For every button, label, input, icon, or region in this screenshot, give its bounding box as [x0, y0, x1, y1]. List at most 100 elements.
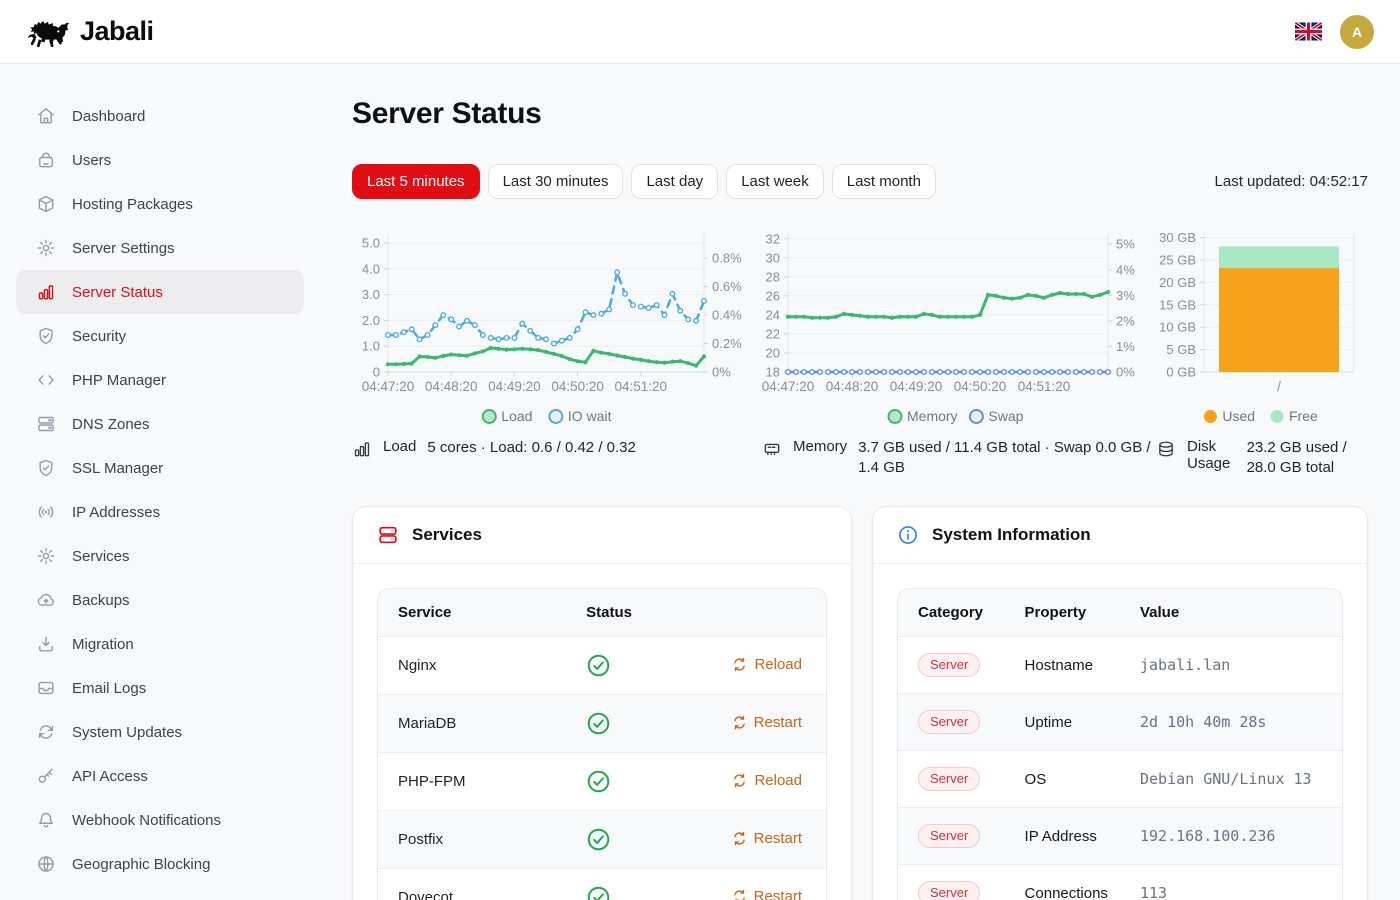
- services-col-status: Status: [566, 589, 691, 637]
- svg-text:3.0: 3.0: [362, 287, 380, 302]
- category-badge: Server: [918, 653, 980, 677]
- user-avatar[interactable]: A: [1340, 15, 1374, 49]
- svg-text:04:47:20: 04:47:20: [762, 379, 815, 394]
- svg-text:2.0: 2.0: [362, 313, 380, 328]
- uk-flag-icon[interactable]: [1295, 22, 1322, 41]
- property-name: IP Address: [1005, 808, 1120, 865]
- action-label: Reload: [754, 772, 802, 789]
- shield-check-icon: [36, 326, 56, 346]
- sidebar-item-email-logs[interactable]: Email Logs: [16, 666, 304, 710]
- sidebar: DashboardUsersHosting Packages Server Set…: [0, 64, 320, 900]
- svg-text:5%: 5%: [1116, 237, 1135, 252]
- svg-text:32: 32: [766, 231, 780, 246]
- status-ok-icon: [586, 653, 671, 678]
- sidebar-item-dashboard[interactable]: Dashboard: [16, 94, 304, 138]
- reload-php-fpm-button[interactable]: Reload: [732, 772, 802, 789]
- reload-nginx-button[interactable]: Reload: [732, 656, 802, 673]
- svg-text:18: 18: [766, 365, 780, 380]
- time-range-filters: Last 5 minutesLast 30 minutesLast dayLas…: [352, 164, 936, 199]
- sidebar-item-server-settings[interactable]: Server Settings: [16, 226, 304, 270]
- filter-last-30-minutes[interactable]: Last 30 minutes: [488, 164, 624, 199]
- sidebar-nav: DashboardUsersHosting Packages Server Set…: [16, 94, 304, 886]
- svg-text:26: 26: [766, 288, 780, 303]
- sidebar-item-label: Server Status: [72, 284, 163, 301]
- svg-text:04:50:20: 04:50:20: [551, 379, 604, 394]
- sidebar-item-ip-addresses[interactable]: IP Addresses: [16, 490, 304, 534]
- package-icon: [36, 194, 56, 214]
- filter-last-day[interactable]: Last day: [631, 164, 718, 199]
- sidebar-item-geographic-blocking[interactable]: Geographic Blocking: [16, 842, 304, 886]
- svg-text:4%: 4%: [1116, 262, 1135, 277]
- sidebar-item-label: Server Settings: [72, 240, 175, 257]
- filter-last-5-minutes[interactable]: Last 5 minutes: [352, 164, 480, 199]
- svg-text:IO wait: IO wait: [568, 408, 612, 424]
- sidebar-item-ssl-manager[interactable]: SSL Manager: [16, 446, 304, 490]
- navbar-right: A: [1295, 15, 1374, 49]
- stat-disk-usage: Disk Usage23.2 GB used / 28.0 GB total: [1156, 438, 1368, 478]
- filter-last-month[interactable]: Last month: [832, 164, 936, 199]
- svg-text:28: 28: [766, 269, 780, 284]
- service-name: Dovecot: [378, 869, 566, 900]
- globe-icon: [36, 854, 56, 874]
- restart-mariadb-button[interactable]: Restart: [732, 714, 802, 731]
- sidebar-item-migration[interactable]: Migration: [16, 622, 304, 666]
- sidebar-item-label: Email Logs: [72, 680, 146, 697]
- service-row-postfix: PostfixRestart: [378, 811, 826, 869]
- sidebar-item-label: Geographic Blocking: [72, 856, 210, 873]
- gear-icon: [36, 238, 56, 258]
- sidebar-item-users[interactable]: Users: [16, 138, 304, 182]
- sidebar-item-php-manager[interactable]: PHP Manager: [16, 358, 304, 402]
- last-updated-text: Last updated: 04:52:17: [1215, 173, 1368, 190]
- services-table: Service Status NginxReloadMariaDBRestart…: [378, 589, 826, 900]
- sidebar-item-hosting-packages[interactable]: Hosting Packages: [16, 182, 304, 226]
- system-col-category: Category: [898, 589, 1005, 637]
- sidebar-item-security[interactable]: Security: [16, 314, 304, 358]
- services-col-service: Service: [378, 589, 566, 637]
- svg-text:5.0: 5.0: [362, 236, 380, 251]
- brand[interactable]: Jabali: [26, 16, 154, 48]
- sidebar-item-services[interactable]: Services: [16, 534, 304, 578]
- sidebar-item-webhook-notifications[interactable]: Webhook Notifications: [16, 798, 304, 842]
- category-badge: Server: [918, 710, 980, 734]
- svg-text:Load: Load: [501, 408, 532, 424]
- stat-value: 5 cores · Load: 0.6 / 0.42 / 0.32: [427, 438, 635, 458]
- svg-text:0.2%: 0.2%: [712, 336, 742, 351]
- system-row-uptime: ServerUptime2d 10h 40m 28s: [898, 694, 1342, 751]
- boar-logo-icon: [26, 16, 70, 48]
- svg-text:30 GB: 30 GB: [1159, 230, 1196, 245]
- svg-text:0.6%: 0.6%: [712, 279, 742, 294]
- property-name: Hostname: [1005, 637, 1120, 694]
- sidebar-item-api-access[interactable]: API Access: [16, 754, 304, 798]
- stat-value: 23.2 GB used / 28.0 GB total: [1247, 438, 1368, 478]
- svg-text:20: 20: [766, 345, 780, 360]
- page-title: Server Status: [352, 97, 1368, 131]
- action-label: Restart: [754, 714, 802, 731]
- filter-last-week[interactable]: Last week: [726, 164, 824, 199]
- sidebar-item-label: API Access: [72, 768, 148, 785]
- system-card-title: System Information: [932, 525, 1091, 545]
- svg-text:Memory: Memory: [907, 408, 958, 424]
- system-row-ip-address: ServerIP Address192.168.100.236: [898, 808, 1342, 865]
- disk-icon: [1156, 439, 1176, 459]
- sidebar-item-backups[interactable]: Backups: [16, 578, 304, 622]
- code-icon: [36, 370, 56, 390]
- sidebar-item-dns-zones[interactable]: DNS Zones: [16, 402, 304, 446]
- svg-text:0.8%: 0.8%: [712, 251, 742, 266]
- svg-text:Free: Free: [1289, 408, 1318, 424]
- services-card-body: Service Status NginxReloadMariaDBRestart…: [353, 564, 851, 900]
- status-ok-icon: [586, 885, 671, 900]
- svg-text:04:48:20: 04:48:20: [826, 379, 879, 394]
- service-row-nginx: Nginx Reload: [378, 637, 826, 695]
- property-value: 192.168.100.236: [1140, 827, 1322, 845]
- system-col-value: Value: [1120, 589, 1342, 637]
- info-icon: [897, 524, 919, 546]
- service-name: Nginx: [378, 637, 566, 695]
- sidebar-item-label: SSL Manager: [72, 460, 163, 477]
- cards-row: Services Service Status NginxReloadM: [352, 506, 1368, 900]
- restart-dovecot-button[interactable]: Restart: [732, 888, 802, 900]
- sidebar-item-server-status[interactable]: Server Status: [16, 270, 304, 314]
- restart-postfix-button[interactable]: Restart: [732, 830, 802, 847]
- broadcast-icon: [36, 502, 56, 522]
- gear-icon: [36, 546, 56, 566]
- sidebar-item-system-updates[interactable]: System Updates: [16, 710, 304, 754]
